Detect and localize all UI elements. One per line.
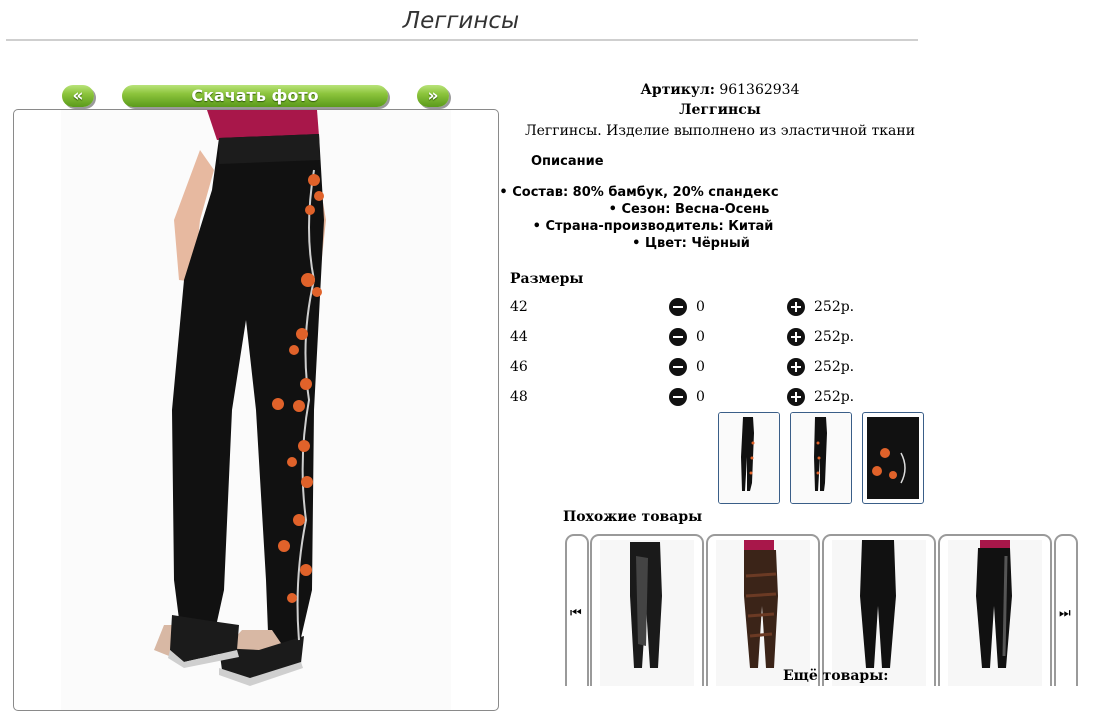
plus-circle-icon[interactable] — [787, 358, 805, 376]
spec-text: Состав: 80% бамбук, 20% спандекс — [512, 185, 779, 200]
spec-item: • Цвет: Чёрный — [632, 236, 750, 251]
minus-circle-icon[interactable] — [669, 298, 687, 316]
similar-product-image — [600, 540, 694, 686]
size-value: 48 — [510, 389, 528, 405]
size-row: 46 0 252р. — [510, 358, 910, 379]
carousel-prev-button[interactable]: ⏮ — [565, 534, 589, 686]
sizes-title: Размеры — [510, 271, 584, 287]
minus-circle-icon[interactable] — [669, 388, 687, 406]
size-value: 46 — [510, 359, 528, 375]
price-value: 252р. — [814, 359, 855, 375]
spec-text: Цвет: Чёрный — [645, 236, 750, 251]
price-value: 252р. — [814, 389, 855, 405]
similar-products-title: Похожие товары — [563, 509, 703, 525]
article-value: 961362934 — [719, 82, 800, 98]
thumbnail-image — [867, 417, 919, 499]
product-thumbnail[interactable] — [718, 412, 780, 504]
more-products-title: Ещё товары: — [783, 668, 889, 684]
quantity-value: 0 — [696, 389, 705, 405]
plus-circle-icon[interactable] — [787, 388, 805, 406]
carousel-next-button[interactable]: ⏭ — [1054, 534, 1078, 686]
prev-photo-button[interactable]: « — [62, 85, 94, 107]
similar-product-image — [832, 540, 926, 686]
plus-circle-icon[interactable] — [787, 298, 805, 316]
minus-circle-icon[interactable] — [669, 328, 687, 346]
price-value: 252р. — [814, 329, 855, 345]
size-value: 42 — [510, 299, 528, 315]
product-name: Леггинсы — [679, 102, 761, 118]
similar-product-card[interactable] — [822, 534, 936, 686]
product-thumbnail[interactable] — [790, 412, 852, 504]
article-row: Артикул: 961362934 — [510, 82, 930, 98]
main-product-photo — [13, 109, 499, 711]
spec-text: Сезон: Весна-Осень — [621, 202, 770, 217]
leggings-photo-image — [61, 110, 451, 710]
price-value: 252р. — [814, 299, 855, 315]
size-row: 42 0 252р. — [510, 298, 910, 319]
article-label: Артикул: — [640, 82, 715, 98]
quantity-value: 0 — [696, 329, 705, 345]
quantity-value: 0 — [696, 359, 705, 375]
download-photo-button[interactable]: Скачать фото — [122, 85, 388, 107]
similar-product-card[interactable] — [590, 534, 704, 686]
quantity-value: 0 — [696, 299, 705, 315]
minus-circle-icon[interactable] — [669, 358, 687, 376]
size-row: 44 0 252р. — [510, 328, 910, 349]
product-thumbnail[interactable] — [862, 412, 924, 504]
next-photo-button[interactable]: » — [417, 85, 449, 107]
similar-product-card[interactable] — [938, 534, 1052, 686]
similar-product-image — [716, 540, 810, 686]
similar-product-card[interactable] — [706, 534, 820, 686]
title-divider — [6, 39, 918, 41]
spec-text: Страна-производитель: Китай — [545, 219, 774, 234]
spec-item: • Состав: 80% бамбук, 20% спандекс — [499, 185, 779, 200]
description-title: Описание — [531, 154, 604, 169]
skip-next-icon: ⏭ — [1059, 606, 1071, 621]
thumbnail-image — [791, 413, 851, 503]
similar-product-image — [948, 540, 1042, 686]
spec-item: • Страна-производитель: Китай — [532, 219, 774, 234]
product-short-description: Леггинсы. Изделие выполнено из эластично… — [524, 123, 916, 139]
skip-previous-icon: ⏮ — [570, 606, 582, 621]
page-title: Леггинсы — [402, 8, 520, 34]
size-value: 44 — [510, 329, 528, 345]
thumbnail-image — [719, 413, 779, 503]
plus-circle-icon[interactable] — [787, 328, 805, 346]
spec-item: • Сезон: Весна-Осень — [608, 202, 770, 217]
size-row: 48 0 252р. — [510, 388, 910, 409]
